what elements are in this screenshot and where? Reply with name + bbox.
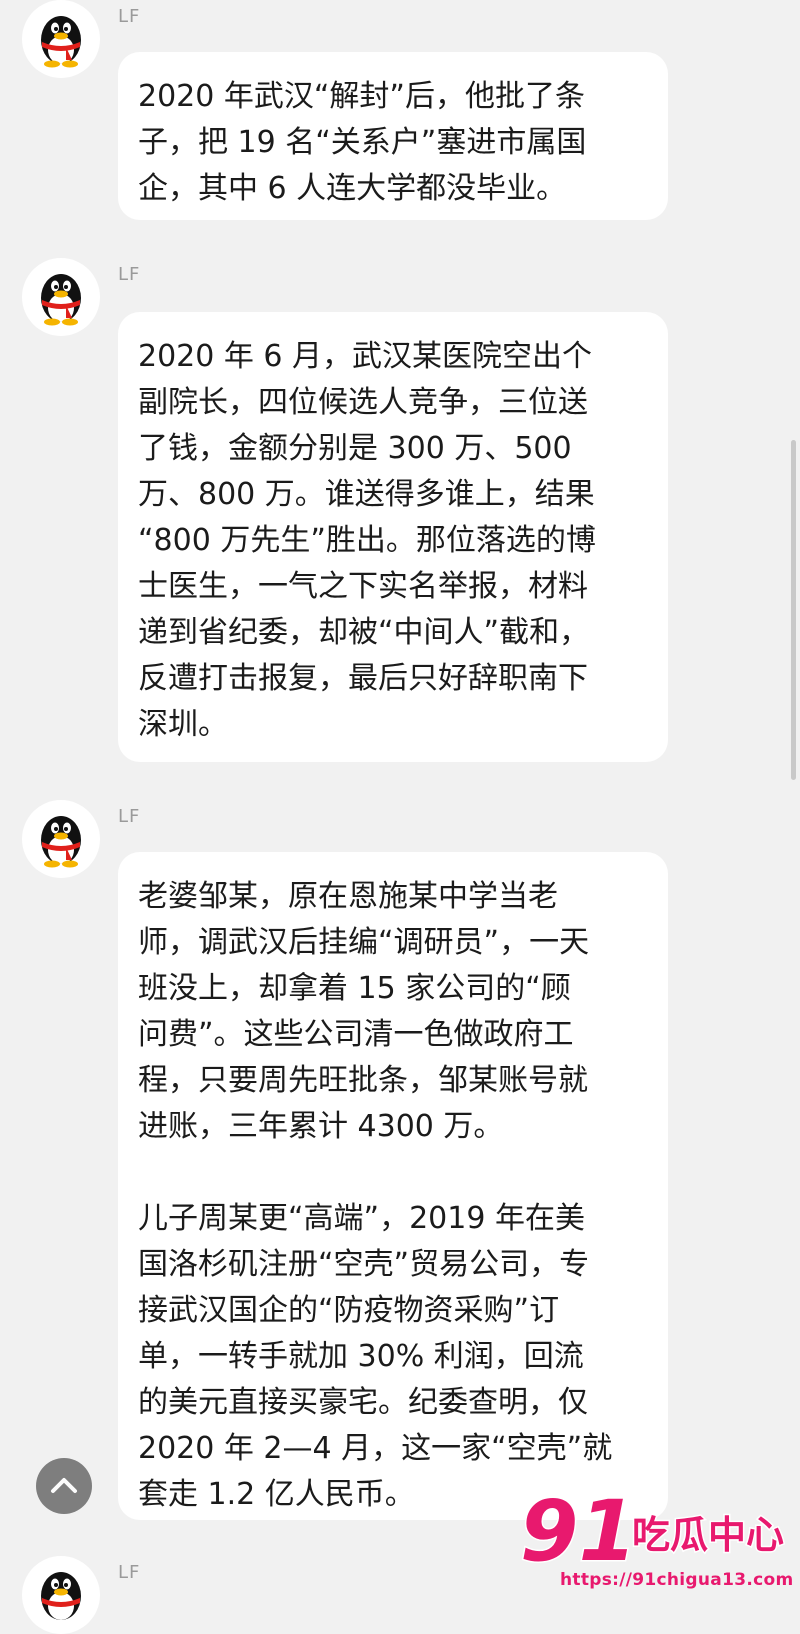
qq-penguin-icon [41,1572,81,1620]
watermark-url: https://91chigua13.com [560,1570,794,1590]
qq-penguin-icon [41,274,81,326]
message-text: 儿子周某更“高端”，2019 年在美 国洛杉矶注册“空壳”贸易公司，专 接武汉国… [138,1201,613,1512]
message-text: 2020 年武汉“解封”后，他批了条 子，把 19 名“关系户”塞进市属国 企，… [138,79,587,206]
qq-penguin-icon [41,816,81,868]
scroll-up-button[interactable] [36,1458,92,1514]
watermark-number: 91 [520,1490,637,1570]
sender-name: LF [118,806,141,827]
sender-name: LF [118,264,141,285]
scrollbar[interactable] [791,440,796,780]
message-text: 2020 年 6 月，武汉某医院空出个 副院长，四位候选人竞争，三位送 了钱，金… [138,339,596,742]
avatar[interactable] [22,1556,100,1634]
sender-name: LF [118,1562,141,1583]
avatar[interactable] [22,258,100,336]
sender-name: LF [118,6,141,27]
chevron-up-icon [51,1478,77,1493]
message-bubble[interactable]: 2020 年武汉“解封”后，他批了条 子，把 19 名“关系户”塞进市属国 企，… [118,52,668,220]
watermark-name: 吃瓜中心 [632,1513,784,1557]
message-text: 老婆邹某，原在恩施某中学当老 师，调武汉后挂编“调研员”，一天 班没上，却拿着 … [138,879,590,1144]
watermark-logo: 91 吃瓜中心 https://91chigua13.com [520,1490,794,1600]
qq-penguin-icon [41,16,81,68]
avatar[interactable] [22,800,100,878]
message-bubble[interactable]: 老婆邹某，原在恩施某中学当老 师，调武汉后挂编“调研员”，一天 班没上，却拿着 … [118,852,668,1520]
message-bubble[interactable]: 2020 年 6 月，武汉某医院空出个 副院长，四位候选人竞争，三位送 了钱，金… [118,312,668,762]
avatar[interactable] [22,0,100,78]
